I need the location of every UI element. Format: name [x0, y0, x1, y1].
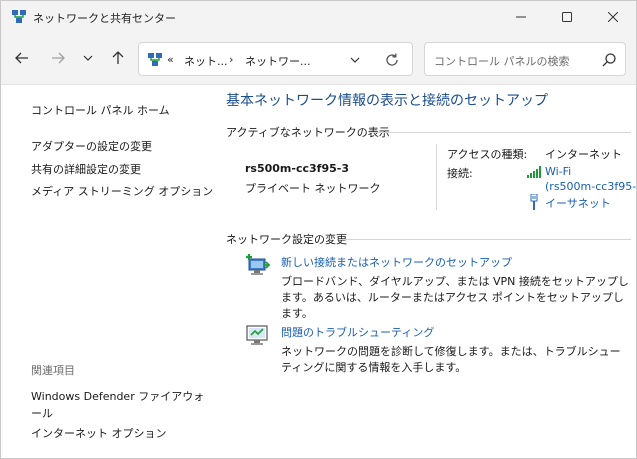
- network-center-icon: [12, 10, 26, 23]
- change-adapter-settings-link[interactable]: アダプターの設定の変更: [31, 138, 152, 154]
- address-bar[interactable]: « ネット... › ネットワー...: [138, 42, 413, 76]
- network-name: rs500m-cc3f95-3: [245, 162, 349, 175]
- troubleshoot-description: ネットワークの問題を診断して修復します。または、トラブルシューティングに関する情…: [281, 345, 621, 374]
- arrow-right-icon: [52, 52, 65, 64]
- connections-label: 接続:: [447, 167, 473, 180]
- forward-button[interactable]: [45, 45, 71, 71]
- close-button[interactable]: [590, 1, 636, 33]
- defender-firewall-link[interactable]: Windows Defender ファイアウォール: [31, 388, 211, 422]
- chevron-down-icon[interactable]: [347, 52, 363, 68]
- breadcrumb-item[interactable]: ネットワー...: [245, 53, 311, 69]
- maximize-icon: [562, 12, 572, 22]
- recent-locations-button[interactable]: [75, 45, 101, 71]
- search-box[interactable]: コントロール パネルの検索: [424, 42, 626, 76]
- page-title: 基本ネットワーク情報の表示と接続のセットアップ: [226, 93, 548, 109]
- divider: [369, 132, 631, 133]
- breadcrumb-overflow[interactable]: «: [167, 53, 174, 66]
- network-category: プライベート ネットワーク: [245, 182, 381, 195]
- back-button[interactable]: [9, 45, 35, 71]
- section-heading: ネットワーク設定の変更: [226, 233, 347, 246]
- refresh-icon[interactable]: [383, 51, 401, 69]
- search-input[interactable]: コントロール パネルの検索: [434, 53, 570, 69]
- up-button[interactable]: [105, 45, 131, 71]
- troubleshoot-link[interactable]: 問題のトラブルシューティング: [281, 324, 434, 340]
- maximize-button[interactable]: [544, 1, 590, 33]
- wifi-ssid-link[interactable]: (rs500m-cc3f95-3): [545, 180, 636, 193]
- advanced-sharing-settings-link[interactable]: 共有の詳細設定の変更: [31, 161, 141, 177]
- minimize-button[interactable]: [498, 1, 544, 33]
- wifi-signal-icon: [527, 166, 541, 178]
- wifi-connection-link[interactable]: Wi-Fi: [545, 165, 571, 178]
- main-pane: 基本ネットワーク情報の表示と接続のセットアップ アクティブなネットワークの表示 …: [211, 86, 636, 458]
- window: ネットワークと共有センター « ネット... › ネットワー... コントロール…: [0, 0, 637, 459]
- minimize-icon: [516, 16, 526, 18]
- arrow-up-icon: [112, 51, 124, 64]
- divider: [436, 144, 437, 210]
- navigation-bar: « ネット... › ネットワー... コントロール パネルの検索: [1, 33, 636, 85]
- media-streaming-options-link[interactable]: メディア ストリーミング オプション: [31, 183, 213, 199]
- new-connection-description: ブロードバンド、ダイヤルアップ、または VPN 接続をセットアップします。あるい…: [281, 275, 629, 320]
- arrow-left-icon: [15, 52, 28, 64]
- access-type-value: インターネット: [545, 148, 622, 161]
- internet-options-link[interactable]: インターネット オプション: [31, 425, 167, 441]
- network-center-icon: [148, 53, 162, 66]
- window-title: ネットワークと共有センター: [33, 12, 176, 25]
- access-type-label: アクセスの種類:: [447, 148, 528, 161]
- ethernet-connection-link[interactable]: イーサネット: [545, 195, 611, 211]
- title-bar: ネットワークと共有センター: [1, 1, 636, 33]
- ethernet-icon: [530, 194, 538, 210]
- close-icon: [608, 12, 618, 22]
- new-connection-link[interactable]: 新しい接続またはネットワークのセットアップ: [281, 254, 512, 270]
- troubleshoot-icon: [246, 325, 268, 345]
- new-connection-icon: [246, 254, 271, 275]
- breadcrumb-separator[interactable]: ›: [229, 53, 233, 66]
- chevron-down-icon: [83, 55, 93, 61]
- left-pane: コントロール パネル ホーム アダプターの設定の変更 共有の詳細設定の変更 メデ…: [1, 86, 213, 458]
- control-panel-home-link[interactable]: コントロール パネル ホーム: [31, 102, 170, 118]
- section-heading: アクティブなネットワークの表示: [226, 126, 390, 139]
- divider: [339, 239, 631, 240]
- related-heading: 関連項目: [31, 364, 75, 377]
- breadcrumb-item[interactable]: ネット...: [184, 53, 228, 69]
- search-icon[interactable]: [601, 52, 617, 68]
